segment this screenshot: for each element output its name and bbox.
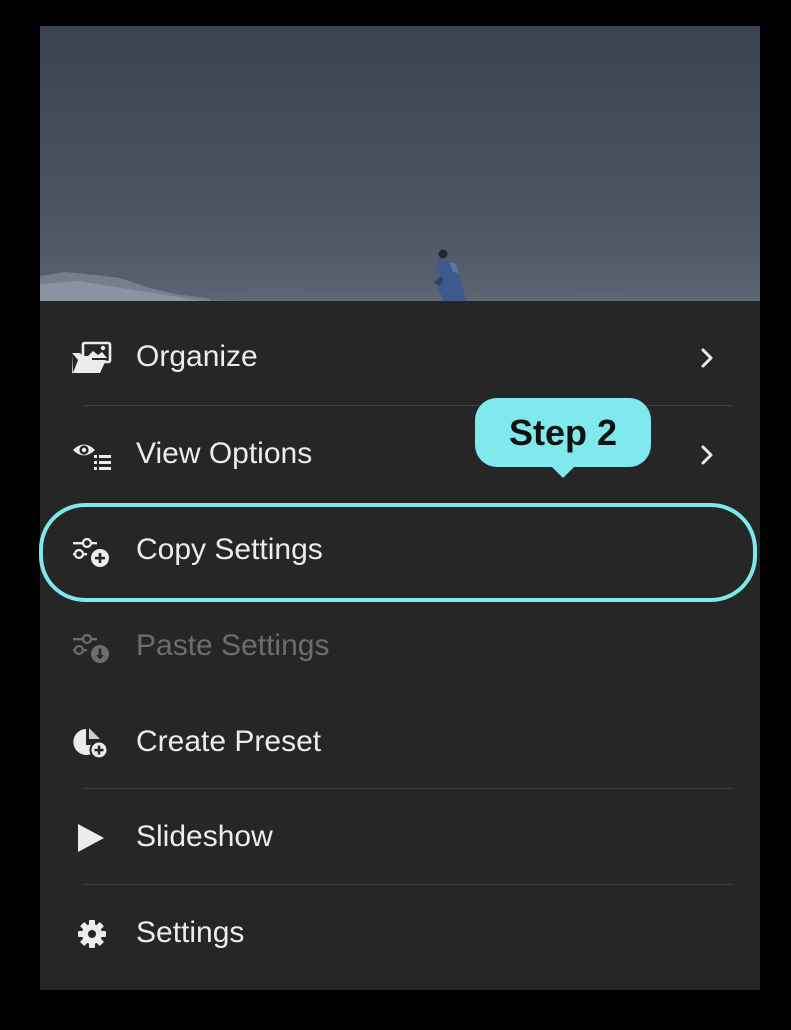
menu-item-view-options[interactable]: View Options [40, 406, 760, 502]
menu-item-label: Copy Settings [136, 533, 323, 566]
photo-preview [40, 26, 760, 301]
preset-plus-icon [70, 726, 114, 760]
context-menu-panel: Organize View Options Copy Settings Past… [39, 26, 760, 990]
folder-images-icon [70, 341, 114, 375]
menu-item-label: Slideshow [136, 820, 273, 853]
menu-item-label: Organize [136, 340, 258, 373]
menu-item-label: Settings [136, 916, 245, 949]
menu-item-label: View Options [136, 437, 313, 470]
menu-item-label: Create Preset [136, 725, 322, 758]
menu-item-settings[interactable]: Settings [40, 885, 760, 981]
chevron-right-icon [698, 442, 718, 468]
callout-pointer [551, 466, 575, 478]
menu-item-copy-settings[interactable]: Copy Settings [40, 502, 760, 598]
gear-icon [70, 917, 114, 951]
menu-item-create-preset[interactable]: Create Preset [40, 694, 760, 790]
sliders-download-icon [70, 630, 114, 664]
menu-item-organize[interactable]: Organize [40, 309, 760, 405]
play-icon [70, 821, 114, 855]
eye-list-icon [70, 438, 114, 472]
menu-item-paste-settings[interactable]: Paste Settings [40, 598, 760, 694]
sliders-plus-icon [70, 534, 114, 568]
step-callout-label: Step 2 [508, 412, 618, 453]
step-callout: Step 2 [475, 398, 651, 478]
menu-item-label: Paste Settings [136, 629, 330, 662]
chevron-right-icon [698, 345, 718, 371]
menu-item-slideshow[interactable]: Slideshow [40, 789, 760, 885]
